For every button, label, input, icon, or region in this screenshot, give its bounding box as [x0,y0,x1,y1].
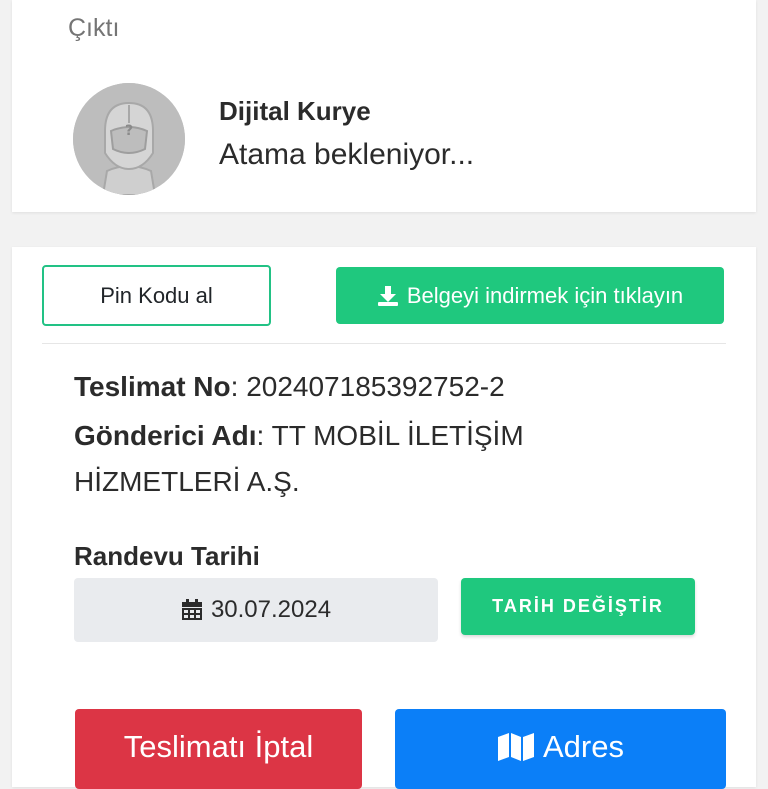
download-document-button[interactable]: Belgeyi indirmek için tıklayın [336,267,724,324]
cancel-delivery-button[interactable]: Teslimatı İptal [75,709,362,789]
courier-avatar: ? [73,83,185,195]
divider [42,343,726,344]
svg-text:?: ? [125,123,133,139]
progress-steps-clipped [68,0,488,4]
courier-placeholder-icon: ? [73,83,185,195]
sender-row: Gönderici Adı: TT MOBİL İLETİŞİM HİZMETL… [74,420,524,497]
delivery-number-value: 202407185392752-2 [246,371,505,402]
appointment-date-value: 30.07.2024 [210,596,332,623]
get-pin-button[interactable]: Pin Kodu al [42,265,271,326]
get-pin-label: Pin Kodu al [100,282,213,308]
change-date-label: TARİH DEĞİŞTİR [492,596,664,616]
download-label: Belgeyi indirmek için tıklayın [406,282,684,308]
delivery-card: Pin Kodu al Belgeyi indirmek için tıklay… [12,247,756,789]
change-date-button[interactable]: TARİH DEĞİŞTİR [461,578,695,635]
delivery-number-label: Teslimat No [74,371,231,402]
cancel-delivery-label: Teslimatı İptal [123,729,314,764]
courier-title: Dijital Kurye [219,96,371,126]
sender-label: Gönderici Adı [74,420,257,451]
download-icon [377,285,398,306]
map-icon [498,733,534,761]
courier-status-card: Çıktı ? Dijital Kurye Atama bekleniyor..… [12,0,756,212]
step-label: Çıktı [68,14,120,42]
calendar-icon [181,599,202,620]
appointment-date-field[interactable]: 30.07.2024 [74,578,438,642]
delivery-number-row: Teslimat No: 202407185392752-2 [74,371,505,402]
address-label: Adres [543,729,624,764]
courier-status: Atama bekleniyor... [219,138,475,171]
address-button[interactable]: Adres [395,709,726,789]
appointment-date-label: Randevu Tarihi [74,541,260,571]
